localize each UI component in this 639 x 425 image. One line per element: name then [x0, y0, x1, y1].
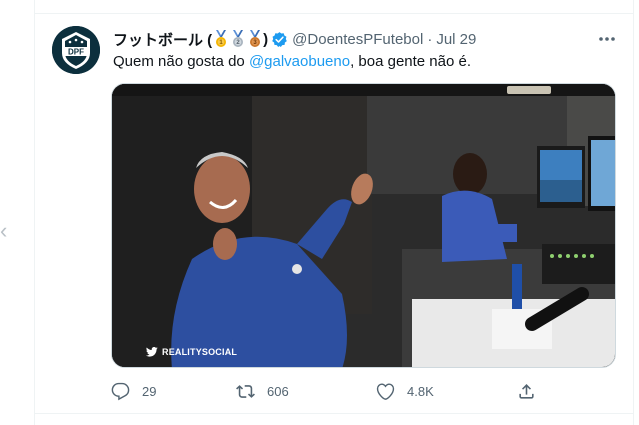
media-frame-image — [112, 84, 615, 367]
retweet-icon — [236, 384, 255, 398]
column-divider-right — [633, 0, 634, 425]
bronze-medal-icon: 3 — [250, 30, 261, 47]
tweet-top-divider — [35, 13, 633, 14]
silver-medal-icon: 2 — [233, 30, 244, 47]
tweet-text: Quem não gosta do @galvaobueno, boa gent… — [113, 52, 471, 72]
tweet-text-before: Quem não gosta do — [113, 53, 249, 70]
like-icon — [376, 382, 395, 400]
avatar[interactable]: DPF — [52, 26, 100, 74]
avatar-label: DPF — [68, 48, 84, 57]
display-name[interactable]: フットボール ( — [113, 29, 212, 50]
verified-icon — [272, 31, 287, 47]
share-button[interactable] — [517, 380, 536, 402]
tweet-header: フットボール ( 1 2 3 ) @DoentesPFutebol · Jul … — [113, 29, 476, 49]
display-name-close: ) — [263, 30, 269, 48]
scroll-chevron-icon: ‹ — [0, 218, 8, 243]
tweet-text-after: , boa gente não é. — [350, 53, 472, 70]
like-count: 4.8K — [407, 383, 434, 399]
tweet-bottom-divider — [35, 413, 633, 414]
media-watermark: REALITYSOCIAL — [146, 347, 237, 357]
user-handle[interactable]: @DoentesPFutebol — [292, 31, 423, 48]
tweet-timestamp[interactable]: Jul 29 — [436, 31, 476, 48]
tweet-action-bar: 29 606 4.8K — [111, 380, 561, 402]
mention-link[interactable]: @galvaobueno — [249, 53, 350, 70]
reply-count: 29 — [142, 383, 157, 399]
reply-icon — [111, 382, 130, 400]
tweet-media-video[interactable]: REALITYSOCIAL — [111, 83, 616, 368]
dpf-logo-icon: DPF — [52, 26, 100, 74]
retweet-button[interactable]: 606 — [236, 380, 289, 402]
page-left-margin: ‹ — [0, 0, 34, 425]
more-icon[interactable] — [597, 32, 617, 46]
like-button[interactable]: 4.8K — [376, 380, 434, 402]
retweet-count: 606 — [267, 383, 289, 399]
watermark-label: REALITYSOCIAL — [162, 347, 238, 357]
reply-button[interactable]: 29 — [111, 380, 156, 402]
twitter-bird-icon — [146, 347, 158, 357]
header-separator: · — [427, 30, 433, 48]
column-divider-left — [34, 0, 35, 425]
gold-medal-icon: 1 — [216, 30, 227, 47]
share-icon — [519, 383, 534, 399]
